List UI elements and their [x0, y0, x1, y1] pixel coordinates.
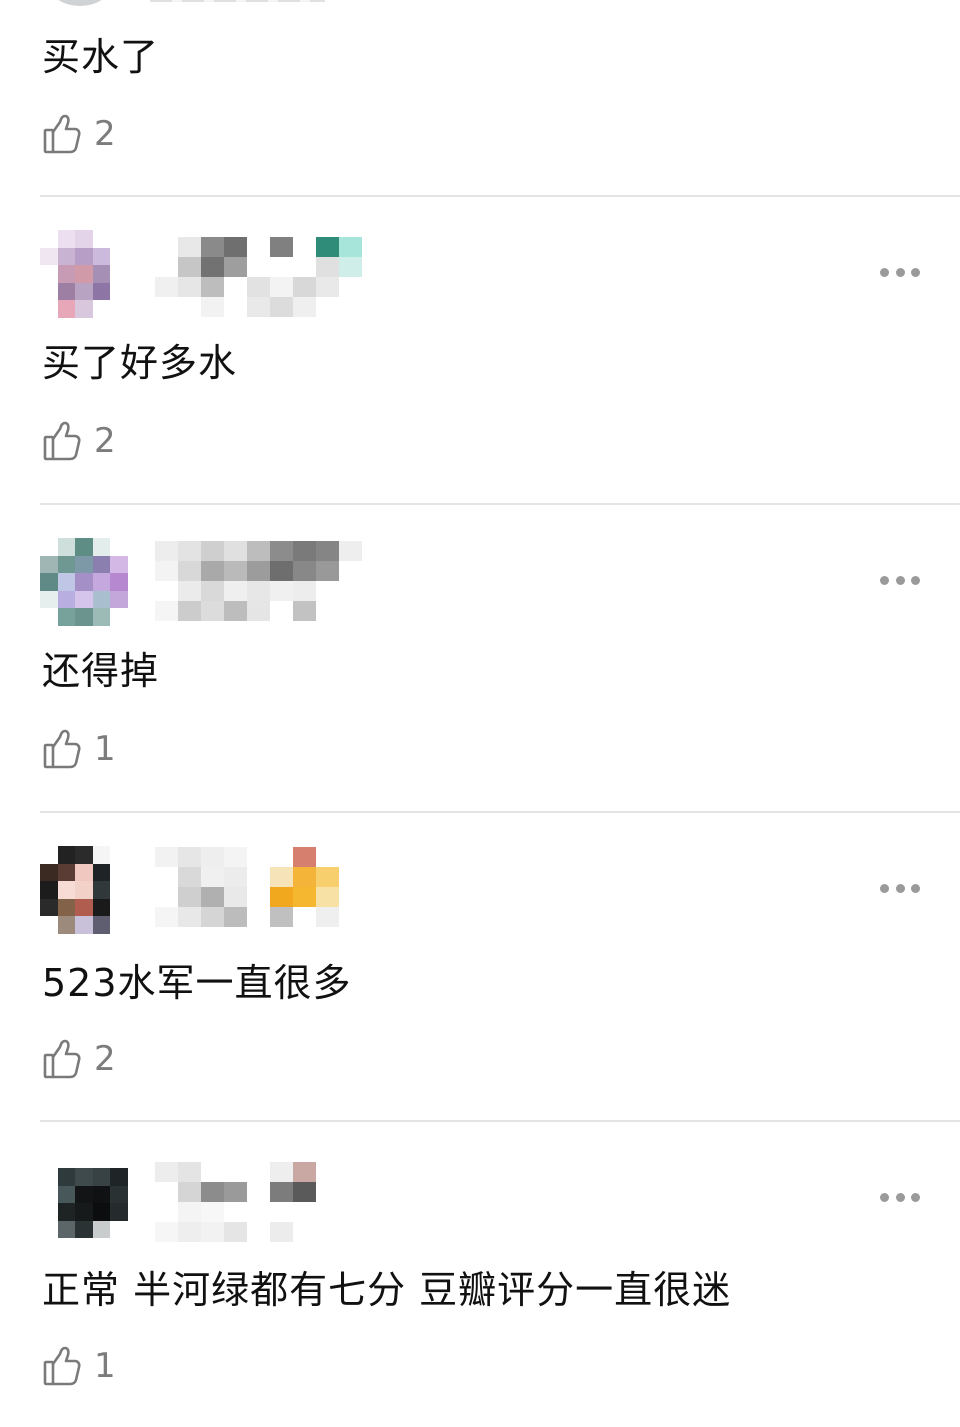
thumbs-up-icon [43, 421, 81, 461]
like-button[interactable]: 2 [42, 112, 116, 156]
avatar[interactable] [40, 846, 128, 934]
comment-text: 买了好多水 [42, 341, 238, 385]
thumbs-up-icon [43, 1039, 81, 1079]
username-blurred[interactable] [155, 1162, 385, 1242]
thumbs-up-icon [43, 1346, 81, 1386]
comment-item: 正常 半河绿都有七分 豆瓣评分一直很迷 1 [0, 1122, 960, 1427]
like-button[interactable]: 1 [42, 727, 116, 771]
like-button[interactable]: 2 [42, 1037, 116, 1081]
like-button[interactable]: 2 [42, 419, 116, 463]
comment-item: 买了好多水 2 [0, 197, 960, 504]
like-button[interactable]: 1 [42, 1344, 116, 1388]
like-count: 2 [94, 421, 116, 461]
more-options-icon[interactable] [880, 266, 920, 278]
username-blurred[interactable] [155, 541, 385, 621]
comment-text: 买水了 [42, 35, 160, 79]
comment-feed: 买水了 2 买了好多水 2 还得掉 1 523水军一直很多 2 正常 半河绿都有… [0, 0, 960, 1427]
more-options-icon[interactable] [880, 1191, 920, 1203]
like-count: 1 [94, 1346, 116, 1386]
avatar[interactable] [50, 0, 110, 6]
comment-item: 还得掉 1 [0, 505, 960, 812]
thumbs-up-icon [43, 729, 81, 769]
comment-item: 买水了 2 [0, 0, 960, 196]
username-blurred[interactable] [150, 0, 325, 2]
username-blurred[interactable] [155, 237, 385, 317]
username-blurred[interactable] [155, 847, 385, 927]
like-count: 1 [94, 729, 116, 769]
avatar[interactable] [40, 1168, 128, 1256]
like-count: 2 [94, 1039, 116, 1079]
comment-item: 523水军一直很多 2 [0, 813, 960, 1122]
more-options-icon[interactable] [880, 882, 920, 894]
avatar[interactable] [40, 538, 128, 626]
comment-text: 还得掉 [42, 649, 160, 693]
like-count: 2 [94, 114, 116, 154]
avatar[interactable] [40, 230, 128, 318]
more-options-icon[interactable] [880, 574, 920, 586]
thumbs-up-icon [43, 114, 81, 154]
comment-text: 正常 半河绿都有七分 豆瓣评分一直很迷 [42, 1268, 732, 1312]
comment-text: 523水军一直很多 [42, 961, 352, 1005]
